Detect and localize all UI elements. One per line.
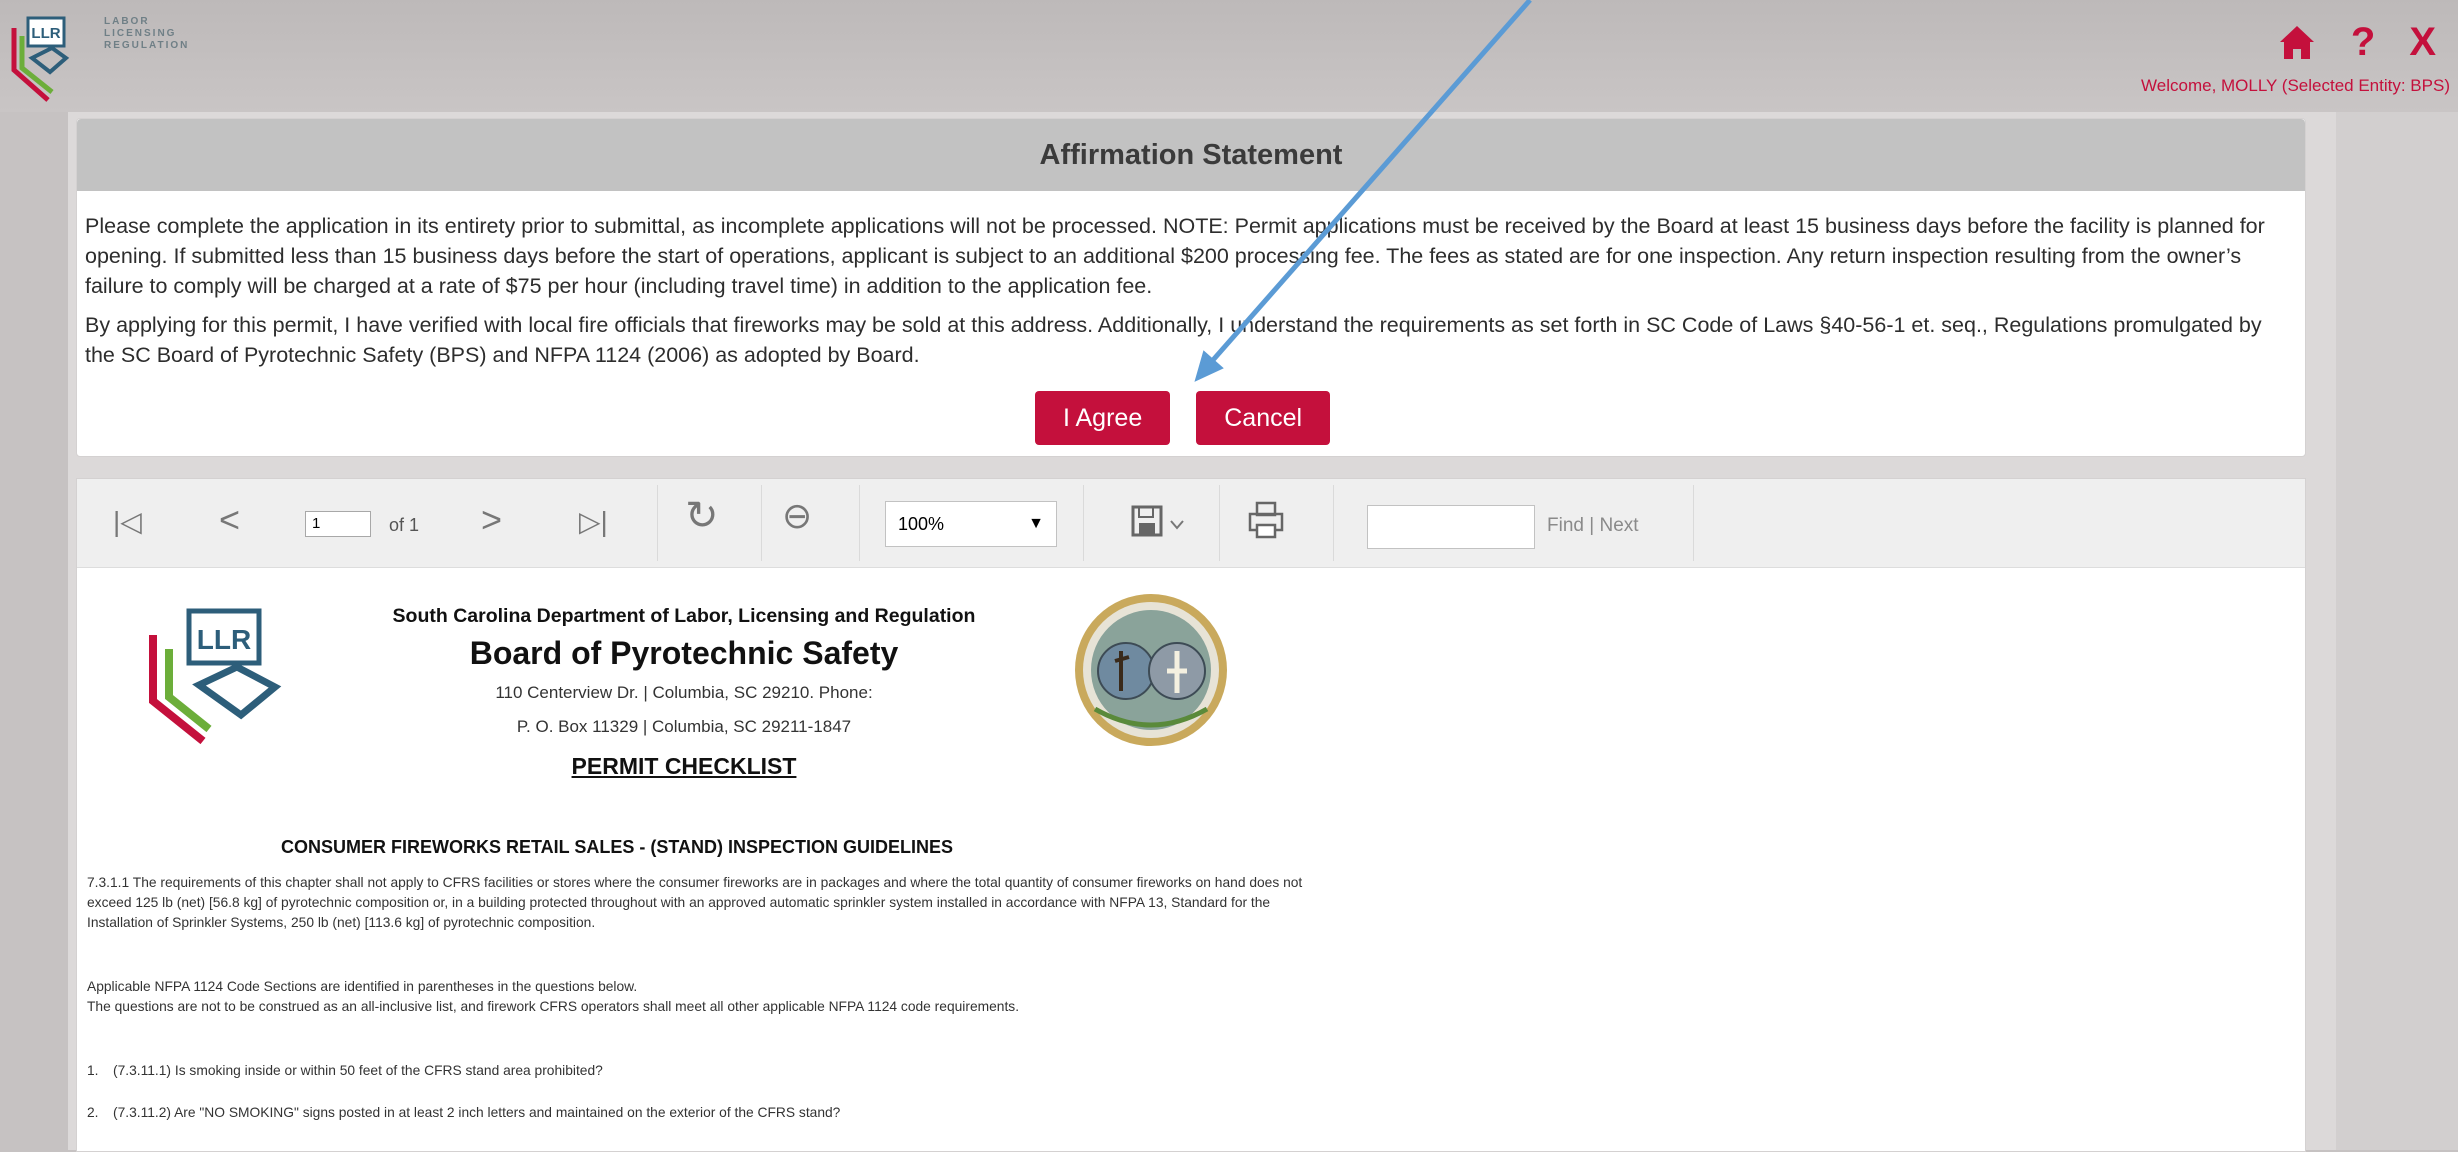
next-link[interactable]: Next bbox=[1599, 515, 1638, 536]
toolbar-divider bbox=[1219, 485, 1220, 561]
affirmation-body: Please complete the application in its e… bbox=[85, 211, 2285, 379]
next-page-icon[interactable]: > bbox=[481, 499, 502, 541]
welcome-text: Welcome, MOLLY (Selected Entity: BPS) bbox=[2141, 76, 2450, 95]
home-icon[interactable] bbox=[2277, 23, 2317, 61]
print-icon[interactable] bbox=[1247, 501, 1285, 541]
llr-document-logo: LLR bbox=[149, 608, 282, 745]
chevron-down-icon: ▼ bbox=[1028, 515, 1044, 532]
right-gutter bbox=[2336, 112, 2458, 1150]
zoom-value: 100% bbox=[898, 514, 945, 534]
guidelines-title: CONSUMER FIREWORKS RETAIL SALES - (STAND… bbox=[280, 837, 954, 857]
svg-text:LLR: LLR bbox=[31, 25, 60, 42]
address-line: P. O. Box 11329 | Columbia, SC 29211-184… bbox=[516, 717, 852, 736]
svg-text:LLR: LLR bbox=[197, 624, 251, 655]
report-document: LLR South Carolina Department of Labor, … bbox=[77, 567, 1302, 1151]
cancel-button[interactable]: Cancel bbox=[1196, 391, 1331, 445]
brand-wordmark: LABOR LICENSING REGULATION bbox=[104, 16, 190, 51]
address-line: 110 Centerview Dr. | Columbia, SC 29210.… bbox=[495, 683, 873, 702]
affirmation-paragraph: Please complete the application in its e… bbox=[85, 214, 2265, 298]
viewer-toolbar: |◁ < 1 of 1 > ▷| ↻ ⊖ 100% ▼ Find | Next bbox=[77, 479, 2305, 568]
toolbar-divider bbox=[1083, 485, 1084, 561]
zoom-select[interactable]: 100% ▼ bbox=[885, 501, 1057, 547]
applicable-note: Applicable NFPA 1124 Code Sections are i… bbox=[87, 979, 638, 994]
toolbar-divider bbox=[1333, 485, 1334, 561]
find-links: Find | Next bbox=[1547, 515, 1639, 536]
affirmation-title: Affirmation Statement bbox=[77, 119, 2305, 191]
not-inclusive-note: The questions are not to be construed as… bbox=[87, 999, 1020, 1014]
question-number: 1. bbox=[87, 1063, 99, 1078]
board-name: Board of Pyrotechnic Safety bbox=[469, 635, 899, 671]
toolbar-divider bbox=[859, 485, 860, 561]
permit-checklist-title: PERMIT CHECKLIST bbox=[571, 753, 797, 779]
last-page-icon[interactable]: ▷| bbox=[579, 505, 608, 538]
question-text: (7.3.11.2) Are "NO SMOKING" signs posted… bbox=[113, 1105, 841, 1120]
back-icon[interactable]: ⊖ bbox=[782, 495, 812, 537]
page-count: of 1 bbox=[389, 515, 420, 535]
toolbar-divider bbox=[761, 485, 762, 561]
toolbar-divider bbox=[1693, 485, 1694, 561]
question-number: 2. bbox=[87, 1105, 99, 1120]
affirmation-actions: I Agree Cancel bbox=[1035, 391, 1331, 445]
state-seal-icon bbox=[1075, 594, 1227, 746]
find-link[interactable]: Find bbox=[1547, 515, 1584, 536]
page-number-input[interactable]: 1 bbox=[305, 511, 371, 537]
save-icon[interactable] bbox=[1129, 503, 1191, 543]
help-icon[interactable]: ? bbox=[2351, 18, 2375, 66]
agree-button[interactable]: I Agree bbox=[1035, 391, 1171, 445]
first-page-icon[interactable]: |◁ bbox=[113, 505, 142, 538]
close-icon[interactable]: X bbox=[2409, 18, 2436, 66]
prev-page-icon[interactable]: < bbox=[219, 499, 240, 541]
department-name: South Carolina Department of Labor, Lice… bbox=[392, 605, 976, 627]
toolbar-divider bbox=[657, 485, 658, 561]
question-text: (7.3.11.1) Is smoking inside or within 5… bbox=[113, 1063, 603, 1078]
header-actions: ? X bbox=[2277, 18, 2436, 66]
affirmation-paragraph: By applying for this permit, I have veri… bbox=[85, 313, 2262, 367]
affirmation-panel: Affirmation Statement Please complete th… bbox=[76, 118, 2306, 457]
report-viewer: |◁ < 1 of 1 > ▷| ↻ ⊖ 100% ▼ Find | Next … bbox=[76, 478, 2306, 1152]
question-item: 1. (7.3.11.1) Is smoking inside or within… bbox=[87, 1063, 603, 1078]
refresh-icon[interactable]: ↻ bbox=[685, 493, 719, 539]
find-input[interactable] bbox=[1367, 505, 1535, 549]
llr-logo: LLR bbox=[11, 16, 70, 102]
code-sections-note: Applicable NFPA 1124 Code Sections are i… bbox=[87, 977, 1317, 1017]
top-bar: LLR LABOR LICENSING REGULATION ? X Welco… bbox=[0, 0, 2458, 112]
question-item: 2. (7.3.11.2) Are "NO SMOKING" signs post… bbox=[87, 1105, 840, 1120]
intro-paragraph: 7.3.1.1 The requirements of this chapter… bbox=[87, 875, 1303, 930]
